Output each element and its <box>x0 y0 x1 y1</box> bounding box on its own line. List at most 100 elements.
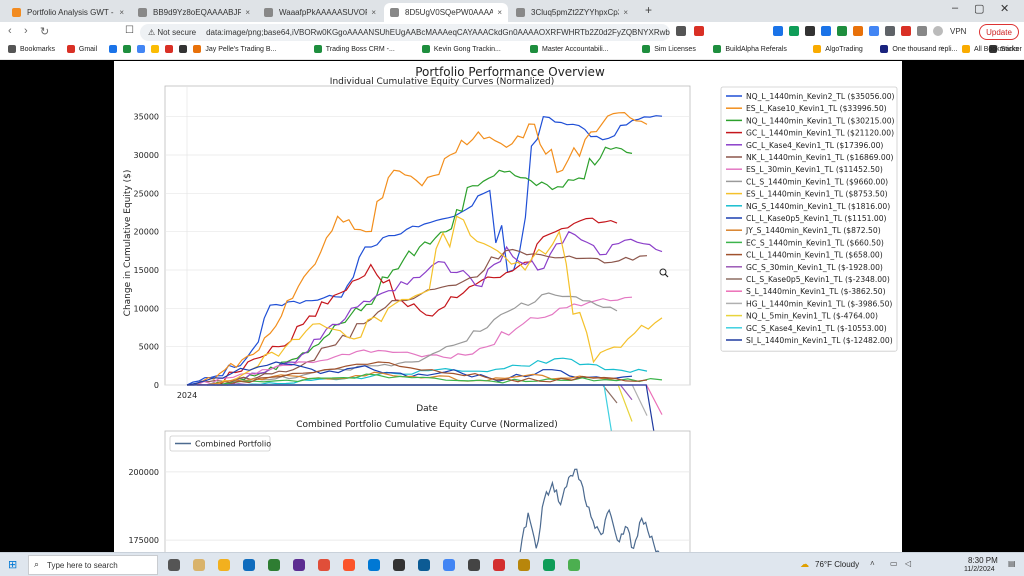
maximize-icon[interactable]: ▢ <box>974 2 984 15</box>
bookmark-item[interactable] <box>109 45 121 53</box>
taskbar-app-icon[interactable] <box>518 559 530 571</box>
tab-close-icon[interactable]: × <box>367 8 376 17</box>
bookmarks-overflow-icon[interactable]: » <box>940 45 944 52</box>
legend-entry: JY_S_1440min_Kevin1_TL ($872.50) <box>745 226 881 235</box>
taskbar-app-icon[interactable] <box>343 559 355 571</box>
not-secure-indicator[interactable]: ⚠ Not secure <box>148 28 196 37</box>
extension-icon[interactable] <box>885 26 895 36</box>
legend-entry: CL_S_1440min_Kevin1_TL ($9660.00) <box>746 177 888 186</box>
tab-close-icon[interactable]: × <box>241 8 250 17</box>
triangle-icon[interactable] <box>694 26 704 36</box>
profile-avatar[interactable] <box>933 26 943 36</box>
taskbar-app-icon[interactable] <box>393 559 405 571</box>
bookmark-item[interactable] <box>123 45 135 53</box>
reload-icon[interactable]: ↻ <box>40 25 49 38</box>
tab-label: 3Cluq5pmZt2ZYYhpxCp38aDgAA <box>531 8 619 17</box>
bookmark-favicon-icon <box>137 45 146 53</box>
taskbar-app-icon[interactable] <box>243 559 255 571</box>
bookmark-item[interactable]: Jay Pelle's Trading B... <box>193 45 276 53</box>
browser-tab[interactable]: WaaafpPkAAAAASUVORK5CYII= (1× <box>258 3 382 22</box>
taskbar-app-icon[interactable] <box>268 559 280 571</box>
update-button[interactable]: Update <box>979 24 1019 40</box>
chart-title-combined: Combined Portfolio Cumulative Equity Cur… <box>296 420 558 430</box>
address-bar[interactable]: ⚠ Not secure data:image/png;base64,iVBOR… <box>140 24 670 41</box>
taskbar-search-input[interactable]: ⌕ Type here to search <box>28 555 158 575</box>
bookmark-favicon-icon <box>165 45 174 53</box>
legend-entry: NK_L_1440min_Kevin1_TL ($16869.00) <box>746 153 894 162</box>
taskbar-app-icon[interactable] <box>293 559 305 571</box>
bookmark-item[interactable]: Bookmarks <box>8 45 55 53</box>
extension-icon[interactable] <box>869 26 879 36</box>
chart-title-individual: Individual Cumulative Equity Curves (Nor… <box>330 77 554 87</box>
bookmark-item[interactable] <box>151 45 163 53</box>
bookmark-item[interactable]: AlgoTrading <box>813 45 863 53</box>
minimize-icon[interactable]: – <box>952 2 958 14</box>
browser-tab[interactable]: BB9d9Yz8oEQAAAABJRU5ErkJggg× <box>132 3 256 22</box>
legend-entry: NG_S_1440min_Kevin1_TL ($1816.00) <box>746 202 890 211</box>
bookmark-star-icon[interactable]: ☐ <box>125 25 134 36</box>
puzzle-icon[interactable] <box>917 26 927 36</box>
bookmark-item[interactable]: Kevin Gong Trackin... <box>421 45 501 53</box>
taskbar-app-icon[interactable] <box>193 559 205 571</box>
extension-icon[interactable] <box>837 26 847 36</box>
taskbar-app-icon[interactable] <box>468 559 480 571</box>
bookmark-label: Trading Boss CRM -... <box>325 45 395 53</box>
extension-icon[interactable] <box>901 26 911 36</box>
close-window-icon[interactable]: ✕ <box>1000 2 1009 15</box>
browser-toolbar: ‹ › ↻ ☐ ⚠ Not secure data:image/png;base… <box>0 22 1024 42</box>
extension-icon[interactable] <box>789 26 799 36</box>
tab-close-icon[interactable]: × <box>619 8 628 17</box>
extension-icon[interactable] <box>821 26 831 36</box>
bookmark-item[interactable]: BuildAlpha Referals <box>713 45 787 53</box>
tray-chevron-icon[interactable]: ˄ <box>870 559 875 568</box>
browser-tab[interactable]: 3Cluq5pmZt2ZYYhpxCp38aDgAA× <box>510 3 634 22</box>
y-tick-label: 175000 <box>128 536 159 545</box>
bookmark-item[interactable] <box>179 45 191 53</box>
bookmark-favicon-icon <box>713 45 722 53</box>
browser-tab[interactable]: 8D5UgV0SQePW0AAAAASUV0× <box>384 3 508 22</box>
forward-icon[interactable]: › <box>24 25 28 37</box>
vpn-button[interactable]: VPN <box>950 27 966 36</box>
new-tab-button[interactable]: + <box>645 3 652 17</box>
taskbar-app-icon[interactable] <box>543 559 555 571</box>
bookmark-item[interactable] <box>165 45 177 53</box>
taskbar-app-icon[interactable] <box>418 559 430 571</box>
taskbar-app-icon[interactable] <box>318 559 330 571</box>
shield-icon[interactable] <box>676 26 686 36</box>
bookmark-item[interactable]: Master Accountabili... <box>530 45 609 53</box>
back-icon[interactable]: ‹ <box>8 25 12 37</box>
taskbar-clock[interactable]: 8:30 PM <box>968 556 998 565</box>
legend-entry: EC_S_1440min_Kevin1_TL ($660.50) <box>746 238 884 247</box>
legend-entry: GC_L_1440min_Kevin1_TL ($21120.00) <box>746 129 894 138</box>
extension-icon[interactable] <box>805 26 815 36</box>
taskbar-app-icon[interactable] <box>443 559 455 571</box>
bookmark-favicon-icon <box>313 45 322 53</box>
tab-label: Portfolio Analysis GWT - Jupyter N <box>27 8 115 17</box>
all-bookmarks-link[interactable]: All Bookmarks <box>962 45 1019 53</box>
taskbar-app-icon[interactable] <box>493 559 505 571</box>
speaker-icon[interactable]: ◁ <box>905 559 911 568</box>
taskbar-app-icon[interactable] <box>368 559 380 571</box>
network-icon[interactable]: ▭ <box>890 559 898 568</box>
bookmark-item[interactable]: Trading Boss CRM -... <box>313 45 395 53</box>
y-tick-label: 5000 <box>139 343 159 352</box>
bookmark-item[interactable]: Sim Licenses <box>642 45 696 53</box>
taskbar-app-icon[interactable] <box>168 559 180 571</box>
extension-icon[interactable] <box>773 26 783 36</box>
taskbar-date[interactable]: 11/2/2024 <box>964 566 995 573</box>
taskbar-app-icon[interactable] <box>568 559 580 571</box>
tab-close-icon[interactable]: × <box>493 8 502 17</box>
tab-close-icon[interactable]: × <box>115 8 124 17</box>
browser-tab[interactable]: Portfolio Analysis GWT - Jupyter N× <box>6 3 130 22</box>
tab-label: 8D5UgV0SQePW0AAAAASUV0 <box>405 8 494 17</box>
weather-text[interactable]: 76°F Cloudy <box>815 560 859 569</box>
taskbar-app-icon[interactable] <box>218 559 230 571</box>
bookmark-item[interactable]: Gmail <box>66 45 98 53</box>
bookmark-label: Gmail <box>78 45 98 53</box>
extension-icon[interactable] <box>853 26 863 36</box>
bookmark-favicon-icon <box>880 45 889 53</box>
bookmark-item[interactable]: One thousand repli... <box>880 45 957 53</box>
notification-icon[interactable]: ▤ <box>1008 559 1016 568</box>
bookmark-item[interactable] <box>137 45 149 53</box>
windows-start-icon[interactable]: ⊞ <box>8 558 17 571</box>
